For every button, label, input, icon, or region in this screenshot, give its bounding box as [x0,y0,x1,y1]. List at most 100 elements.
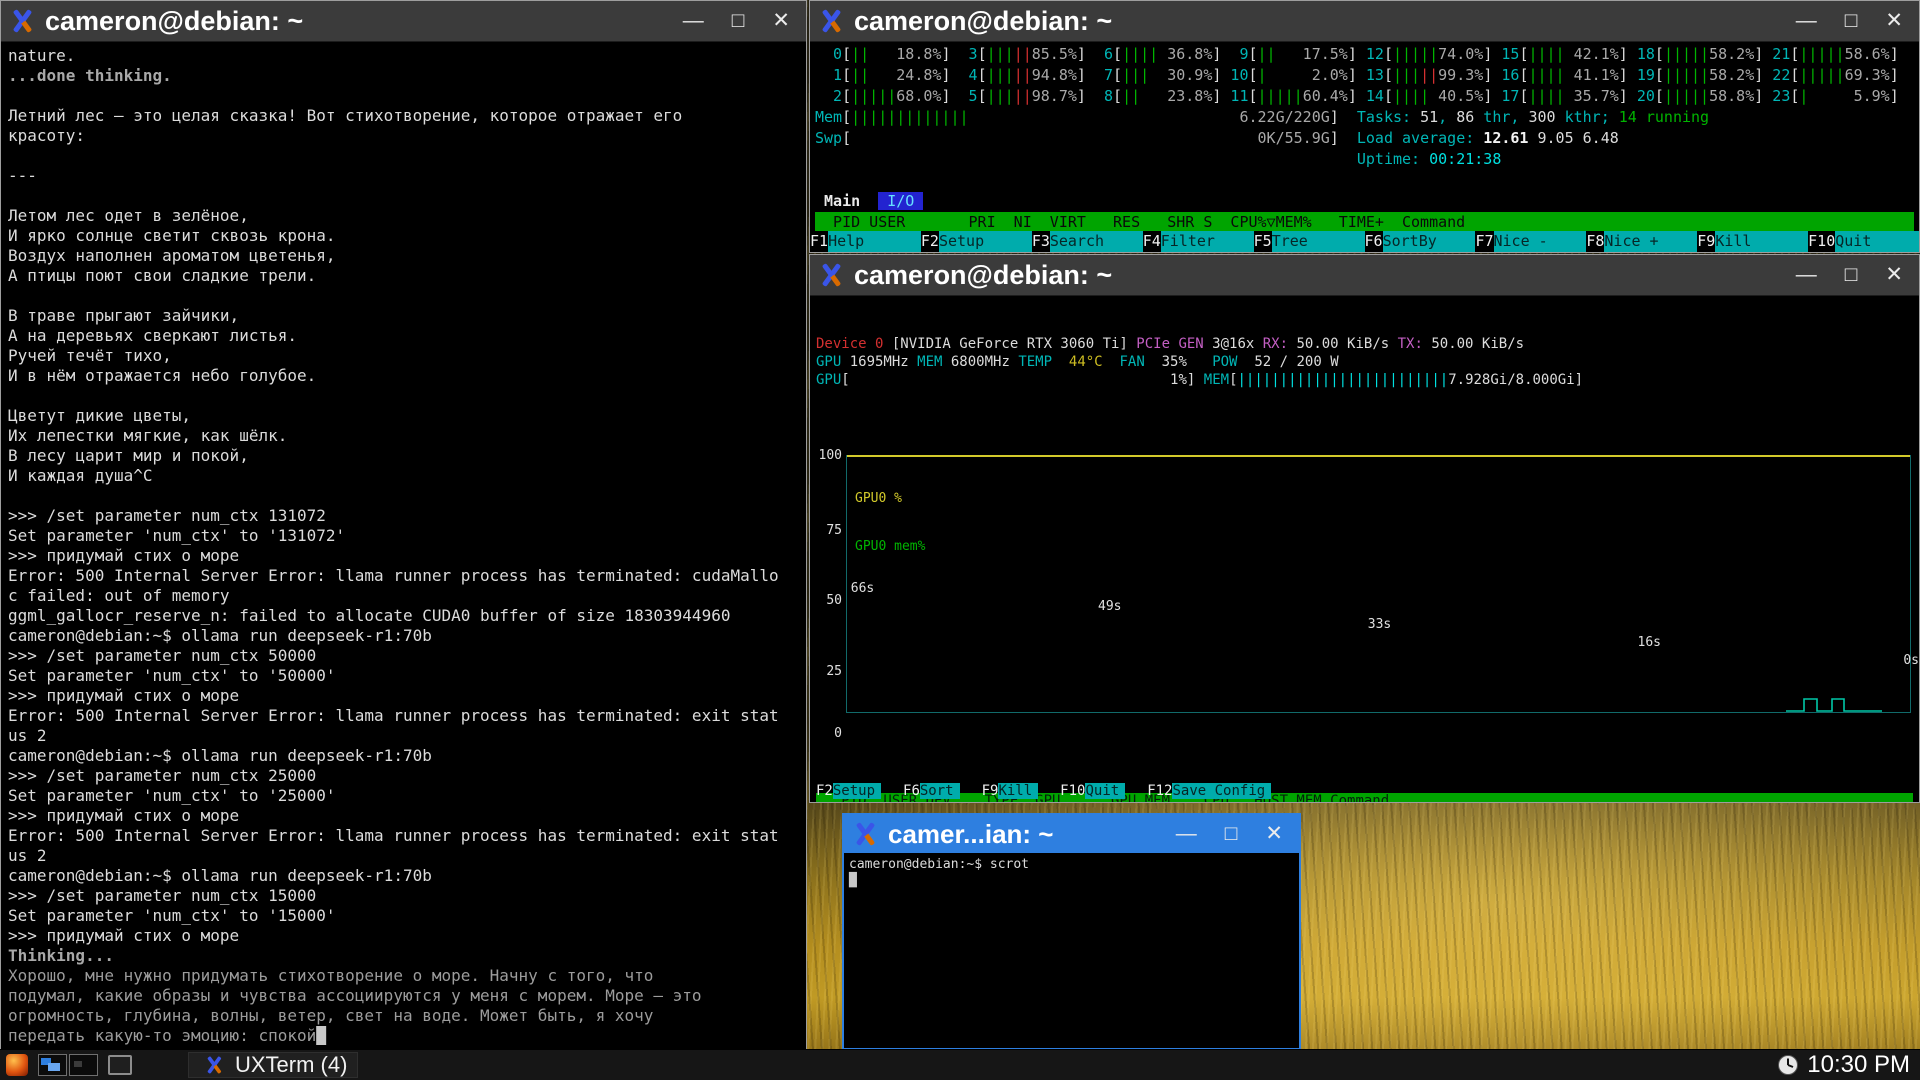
nvtop-function-keys: F2Setup F6Sort F9Kill F10Quit F12Save Config [816,782,1919,800]
terminal-line [8,86,799,106]
minimize-button[interactable]: — [1796,255,1817,295]
terminal-line: ggml_gallocr_reserve_n: failed to alloca… [8,606,799,626]
terminal-line: Error: 500 Internal Server Error: llama … [8,826,799,846]
fkey-f3[interactable]: F3Search [1032,231,1143,252]
taskbar-left: UXTerm (4) [0,1052,358,1078]
fkey-f8[interactable]: F8Nice + [1586,231,1697,252]
nvtop-screen[interactable]: Device 0 [NVIDIA GeForce RTX 3060 Ti] PC… [810,296,1919,802]
terminal-line: Set parameter 'num_ctx' to '131072' [8,526,799,546]
window-chat-terminal: cameron@debian: ~ — □ ✕ nature....done t… [0,0,807,1050]
terminal-line [8,286,799,306]
terminal-line: >>> /set parameter num_ctx 50000 [8,646,799,666]
clock-icon [1777,1054,1799,1076]
close-button[interactable]: ✕ [1885,255,1903,295]
window-small-terminal: camer...ian: ~ — □ ✕ cameron@debian:~$ s… [842,813,1301,1050]
terminal-line: >>> придумай стих о море [8,926,799,946]
terminal-line: Uptime: 00:21:38 [815,149,1914,170]
fkey-f12[interactable]: F12Save Config [1147,783,1271,799]
terminal-line [8,486,799,506]
fkey-f10[interactable]: F10Quit [1808,231,1919,252]
close-button[interactable]: ✕ [1265,814,1283,854]
terminal-line: Swp[ 0K/55.9G] Load average: 12.61 9.05 … [815,128,1914,149]
terminal-line: GPU[ 1%] MEM[|||||||||||||||||||||||||7.… [816,371,1913,389]
y-tick: 0 [834,725,842,743]
workspace-1[interactable] [38,1054,67,1076]
fkey-f9[interactable]: F9Kill [982,783,1039,799]
terminal-line: красоту: [8,126,799,146]
gpu-percent-line [847,455,1910,457]
y-tick: 75 [826,522,842,540]
minimize-button[interactable]: — [683,1,704,41]
terminal-line [815,170,1914,191]
window-title: cameron@debian: ~ [854,6,1112,37]
terminal-line: c failed: out of memory [8,586,799,606]
window-titlebar[interactable]: cameron@debian: ~ — □ ✕ [810,1,1919,42]
fkey-f6[interactable]: F6SortBy [1365,231,1476,252]
terminal-line: И каждая душа^C [8,466,799,486]
terminal-line: Цветут дикие цветы, [8,406,799,426]
window-titlebar[interactable]: cameron@debian: ~ — □ ✕ [1,1,806,42]
terminal-line: А на деревьях сверкают листья. [8,326,799,346]
taskbar-task-uxterm[interactable]: UXTerm (4) [188,1052,358,1078]
terminal-line: Летом лес одет в зелёное, [8,206,799,226]
terminal-line: 2[|||||68.0%] 5[|||||98.7%] 8[|| 23.8%] … [815,86,1914,107]
close-button[interactable]: ✕ [1885,1,1903,41]
x-tick: 16s [1638,634,1661,652]
htop-screen[interactable]: 0[|| 18.8%] 3[|||||85.5%] 6[|||| 36.8%] … [810,42,1919,252]
window-nvtop-terminal: cameron@debian: ~ — □ ✕ Device 0 [NVIDIA… [809,254,1920,803]
workspace-2[interactable] [69,1054,98,1076]
fkey-f4[interactable]: F4Filter [1143,231,1254,252]
maximize-button[interactable]: □ [1225,814,1238,854]
close-button[interactable]: ✕ [772,1,790,41]
maximize-button[interactable]: □ [732,1,745,41]
minimize-button[interactable]: — [1176,814,1197,854]
window-titlebar[interactable]: cameron@debian: ~ — □ ✕ [810,255,1919,296]
terminal-line: cameron@debian:~$ ollama run deepseek-r1… [8,866,799,886]
uxterm-icon [203,1054,226,1077]
terminal-line: огромность, глубина, волны, ветер, свет … [8,1006,799,1026]
taskbar: UXTerm (4) 10:30 PM [0,1049,1920,1080]
x-tick: 0s [1903,652,1919,670]
fkey-f2[interactable]: F2Setup [816,783,881,799]
terminal-line [8,146,799,166]
terminal-line: --- [8,166,799,186]
terminal-line: И ярко солнце светит сквозь крона. [8,226,799,246]
fkey-f1[interactable]: F1Help [810,231,921,252]
x-tick: 66s [851,580,874,598]
maximize-button[interactable]: □ [1845,255,1858,295]
chat-terminal-screen[interactable]: nature....done thinking. Летний лес — эт… [1,42,806,1050]
terminal-line: cameron@debian:~$ scrot [849,857,1294,873]
small-terminal-screen[interactable]: cameron@debian:~$ scrot█ [844,853,1299,893]
terminal-line [8,386,799,406]
workspace-pager [38,1054,98,1076]
graph-plot-area: GPU0 % GPU0 mem% [846,455,1911,713]
uxterm-icon [816,260,846,290]
terminal-line: nature. [8,46,799,66]
task-label: UXTerm (4) [235,1052,347,1078]
htop-function-keys: F1HelpF2SetupF3SearchF4FilterF5TreeF6Sor… [810,231,1919,252]
fkey-f5[interactable]: F5Tree [1254,231,1365,252]
terminal-line: Ручей течёт тихо, [8,346,799,366]
fkey-f10[interactable]: F10Quit [1060,783,1125,799]
terminal-line: Thinking... [8,946,799,966]
terminal-line: ...done thinking. [8,66,799,86]
terminal-line: Error: 500 Internal Server Error: llama … [8,706,799,726]
fkey-f2[interactable]: F2Setup [921,231,1032,252]
taskbar-clock: 10:30 PM [1807,1051,1910,1079]
window-titlebar[interactable]: camer...ian: ~ — □ ✕ [844,815,1299,853]
taskbar-right: 10:30 PM [1777,1051,1920,1079]
maximize-button[interactable]: □ [1845,1,1858,41]
terminal-line: А птицы поют свои сладкие трели. [8,266,799,286]
terminal-line: 1[|| 24.8%] 4[|||||94.8%] 7[||| 30.9%] 1… [815,65,1914,86]
minimize-button[interactable]: — [1796,1,1817,41]
fkey-f6[interactable]: F6Sort [903,783,960,799]
terminal-line: >>> придумай стих о море [8,686,799,706]
fkey-f7[interactable]: F7Nice - [1475,231,1586,252]
terminal-line: >>> придумай стих о море [8,546,799,566]
fkey-f9[interactable]: F9Kill [1697,231,1808,252]
terminal-line: >>> /set parameter num_ctx 131072 [8,506,799,526]
launcher-icon[interactable] [6,1054,28,1076]
terminal-line [8,186,799,206]
show-desktop-icon[interactable] [108,1055,132,1075]
terminal-line: GPU 1695MHz MEM 6800MHz TEMP 44°C FAN 35… [816,353,1913,371]
